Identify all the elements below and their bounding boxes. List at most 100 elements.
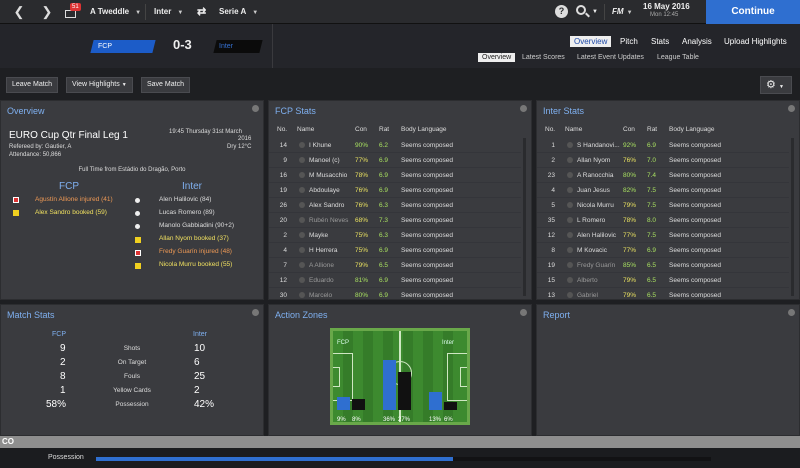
player-row[interactable]: 9 Manoel (c) 77% 6.9 Seems composed: [269, 153, 521, 168]
player-name: Allan Nyom: [577, 157, 611, 164]
possession-label: Possession: [48, 454, 84, 461]
column-header-body-language[interactable]: Body Language: [401, 126, 447, 133]
player-body-language: Seems composed: [401, 187, 454, 194]
player-number: 15: [547, 277, 555, 284]
column-header-body-language[interactable]: Body Language: [669, 126, 715, 133]
player-status-icon: [567, 172, 573, 178]
player-status-icon: [567, 157, 573, 163]
player-condition: 77%: [355, 157, 369, 164]
player-condition: 78%: [623, 217, 637, 224]
column-header-rat[interactable]: Rat: [647, 126, 657, 133]
away-zone-percent: 6%: [444, 417, 453, 423]
chevron-down-icon[interactable]: ▼: [592, 0, 598, 24]
continue-button[interactable]: Continue: [706, 0, 800, 24]
player-row[interactable]: 19 Fredy Guarín 85% 6.5 Seems composed: [537, 258, 789, 273]
player-condition: 77%: [623, 247, 637, 254]
goal-ball-icon: [135, 211, 140, 216]
player-row[interactable]: 12 Eduardo 81% 6.9 Seems composed: [269, 273, 521, 288]
player-row[interactable]: 20 Rubén Neves 68% 7.3 Seems composed: [269, 213, 521, 228]
subtab-latest-event-updates[interactable]: Latest Event Updates: [577, 54, 644, 61]
player-row[interactable]: 2 Allan Nyom 76% 7.0 Seems composed: [537, 153, 789, 168]
close-icon[interactable]: [520, 105, 527, 112]
view-highlights-button[interactable]: View Highlights ▼: [66, 77, 133, 93]
competition-menu[interactable]: Serie A ▼: [219, 0, 258, 24]
player-row[interactable]: 4 Juan Jesus 82% 7.5 Seems composed: [537, 183, 789, 198]
player-condition: 80%: [623, 172, 637, 179]
column-header-name[interactable]: Name: [565, 126, 582, 133]
forward-arrow-icon[interactable]: ❯: [36, 0, 58, 24]
search-icon[interactable]: [576, 5, 586, 15]
tab-pitch[interactable]: Pitch: [620, 37, 638, 46]
subtab-overview[interactable]: Overview: [478, 53, 516, 62]
tab-overview[interactable]: Overview: [570, 36, 612, 47]
player-row[interactable]: 8 M Kovacic 77% 6.9 Seems composed: [537, 243, 789, 258]
column-header-no[interactable]: No.: [277, 126, 287, 133]
save-match-button[interactable]: Save Match: [141, 77, 190, 93]
player-name: Gabriel: [577, 292, 598, 298]
tab-analysis[interactable]: Analysis: [682, 37, 712, 46]
close-icon[interactable]: [252, 309, 259, 316]
leave-match-button[interactable]: Leave Match: [6, 77, 59, 93]
game-date: 16 May 2016: [643, 2, 690, 11]
player-row[interactable]: 19 Abdoulaye 76% 6.9 Seems composed: [269, 183, 521, 198]
player-number: 16: [279, 172, 287, 179]
team-menu[interactable]: Inter ▼: [154, 0, 183, 24]
player-status-icon: [567, 202, 573, 208]
player-row[interactable]: 4 H Herrera 75% 6.9 Seems composed: [269, 243, 521, 258]
player-number: 26: [279, 202, 287, 209]
tab-upload-highlights[interactable]: Upload Highlights: [724, 37, 787, 46]
scrollbar[interactable]: [791, 138, 794, 296]
close-icon[interactable]: [788, 309, 795, 316]
player-row[interactable]: 5 Nicola Murru 79% 7.5 Seems composed: [537, 198, 789, 213]
player-row[interactable]: 12 Alen Halilovic 77% 7.5 Seems composed: [537, 228, 789, 243]
player-row[interactable]: 15 Alberto 79% 6.5 Seems composed: [537, 273, 789, 288]
column-header-rat[interactable]: Rat: [379, 126, 389, 133]
scrollbar[interactable]: [523, 138, 526, 296]
column-header-con[interactable]: Con: [623, 126, 635, 133]
close-icon[interactable]: [788, 105, 795, 112]
player-row[interactable]: 1 S Handanovi... 92% 6.9 Seems composed: [537, 138, 789, 153]
tab-stats[interactable]: Stats: [651, 37, 669, 46]
away-stat-value: 25: [194, 371, 206, 382]
player-status-icon: [567, 187, 573, 193]
player-row[interactable]: 2 Mayke 75% 6.3 Seems composed: [269, 228, 521, 243]
column-header-no[interactable]: No.: [545, 126, 555, 133]
overview-panel: Overview EURO Cup Qtr Final Leg 1 19:45 …: [0, 100, 264, 300]
player-body-language: Seems composed: [669, 277, 722, 284]
swap-icon[interactable]: ⇄: [197, 0, 206, 24]
player-condition: 81%: [355, 277, 369, 284]
help-icon[interactable]: ?: [555, 5, 568, 18]
player-body-language: Seems composed: [669, 232, 722, 239]
player-row[interactable]: 14 I Khune 90% 6.2 Seems composed: [269, 138, 521, 153]
player-rating: 6.2: [379, 142, 389, 149]
player-row[interactable]: 16 M Musacchio 78% 6.9 Seems composed: [269, 168, 521, 183]
player-row[interactable]: 35 L Romero 78% 8.0 Seems composed: [537, 213, 789, 228]
player-row[interactable]: 26 Alex Sandro 76% 6.3 Seems composed: [269, 198, 521, 213]
player-name: Abdoulaye: [309, 187, 340, 194]
subtab-latest-scores[interactable]: Latest Scores: [522, 54, 565, 61]
fm-menu[interactable]: FM ▼: [612, 0, 633, 24]
match-event: Manolo Gabbiadini (90+2): [159, 222, 234, 229]
player-row[interactable]: 30 Marcelo 80% 6.9 Seems composed: [269, 288, 521, 298]
manager-menu[interactable]: A Tweddle ▼: [90, 0, 141, 24]
attendance: Attendance: 50,866: [9, 152, 62, 158]
away-team-badge: Inter: [213, 40, 263, 53]
player-name: A Allione: [309, 262, 334, 269]
subtab-league-table[interactable]: League Table: [657, 54, 699, 61]
inbox-button[interactable]: 51: [62, 3, 81, 21]
back-arrow-icon[interactable]: ❮: [8, 0, 30, 24]
player-body-language: Seems composed: [401, 292, 454, 298]
panel-title: Overview: [7, 106, 45, 116]
player-row[interactable]: 7 A Allione 79% 6.5 Seems composed: [269, 258, 521, 273]
close-icon[interactable]: [252, 105, 259, 112]
column-header-con[interactable]: Con: [355, 126, 367, 133]
settings-button[interactable]: ⚙ ▼: [760, 76, 792, 94]
close-icon[interactable]: [520, 309, 527, 316]
player-status-icon: [567, 247, 573, 253]
away-stat-value: 42%: [194, 399, 215, 410]
player-row[interactable]: 13 Gabriel 79% 6.5 Seems composed: [537, 288, 789, 298]
player-rating: 6.9: [379, 172, 389, 179]
divider: [272, 24, 273, 68]
column-header-name[interactable]: Name: [297, 126, 314, 133]
player-row[interactable]: 23 A Ranocchia 80% 7.4 Seems composed: [537, 168, 789, 183]
